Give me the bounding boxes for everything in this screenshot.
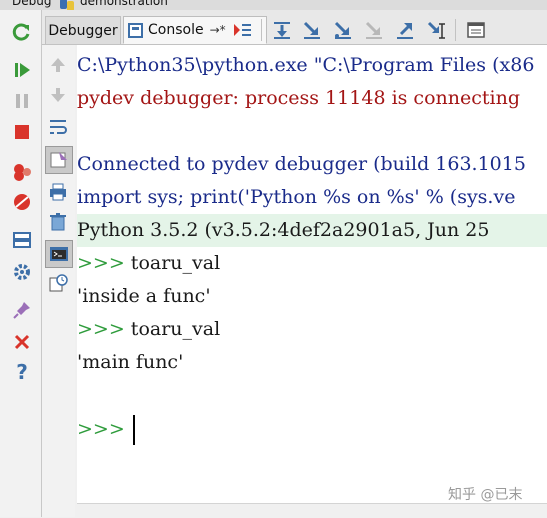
tab-debugger[interactable]: Debugger — [45, 16, 121, 44]
tab-debugger-label: Debugger — [48, 22, 118, 39]
pin-icon[interactable] — [10, 298, 34, 322]
tab-pin-indicator: →* — [209, 23, 226, 37]
watermark: 知乎 @已末 — [448, 487, 523, 503]
run-to-cursor-icon[interactable] — [426, 20, 446, 40]
print-icon[interactable] — [46, 180, 70, 204]
console-line-connecting: pydev debugger: process 11148 is connect… — [77, 87, 520, 109]
force-step-into-icon[interactable] — [364, 20, 384, 40]
console-active-prompt: >>> — [77, 418, 125, 440]
console-bottom-edge — [77, 503, 547, 518]
close-icon[interactable] — [10, 330, 34, 354]
clear-icon[interactable] — [46, 210, 70, 234]
console-line-connected: Connected to pydev debugger (build 163.1… — [77, 153, 526, 175]
console-prompt-icon[interactable] — [45, 240, 73, 268]
console-side-toolbar — [42, 45, 75, 517]
step-into-my-code-icon[interactable] — [333, 20, 353, 40]
debug-side-toolbar: ? — [0, 10, 42, 517]
soft-wrap-icon[interactable] — [46, 115, 70, 139]
console-prompt: >>> — [77, 318, 125, 340]
resume-icon[interactable] — [10, 58, 34, 82]
stop-icon[interactable] — [10, 120, 34, 144]
step-over-icon[interactable] — [272, 20, 292, 40]
console-line-command: C:\Python35\python.exe "C:\Program Files… — [77, 54, 535, 76]
console-line-import: import sys; print('Python %s on %s' % (s… — [77, 186, 516, 208]
evaluate-expression-icon[interactable] — [466, 20, 486, 40]
window-title: Debug — [12, 0, 52, 8]
text-cursor — [132, 415, 135, 445]
console-output-line: 'main func' — [77, 351, 184, 373]
console-input-line: >>> toaru_val — [77, 313, 220, 346]
mute-breakpoints-icon[interactable] — [10, 190, 34, 214]
pause-icon[interactable] — [10, 89, 34, 113]
toolbar-separator — [455, 19, 456, 41]
console-prompt: >>> — [77, 252, 125, 274]
help-icon[interactable]: ? — [10, 360, 34, 384]
scroll-down-icon[interactable] — [46, 83, 70, 107]
console-input-line: >>> toaru_val — [77, 247, 220, 280]
window-titlebar: Debug demonstration — [0, 0, 547, 10]
step-out-icon[interactable] — [395, 20, 415, 40]
scroll-up-icon[interactable] — [46, 53, 70, 77]
console-icon — [128, 22, 143, 38]
console-output-line: 'inside a func' — [77, 285, 211, 307]
toolbar-separator — [261, 19, 262, 41]
layout-icon[interactable] — [10, 228, 34, 252]
console-line-python-version: Python 3.5.2 (v3.5.2:4def2a2901a5, Jun 2… — [77, 214, 547, 247]
run-config-name: demonstration — [80, 0, 168, 8]
console-input-text: toaru_val — [124, 252, 221, 274]
rerun-icon[interactable] — [10, 20, 34, 44]
step-into-icon[interactable] — [302, 20, 322, 40]
view-breakpoints-icon[interactable] — [10, 160, 34, 184]
settings-icon[interactable] — [10, 260, 34, 284]
console-input-text: toaru_val — [124, 318, 221, 340]
show-execution-point-icon[interactable] — [232, 20, 252, 40]
python-logo-icon — [58, 0, 76, 10]
console-output[interactable]: C:\Python35\python.exe "C:\Program Files… — [77, 45, 547, 503]
console-active-input[interactable]: >>> — [77, 411, 135, 447]
show-console-icon[interactable] — [45, 146, 73, 174]
history-icon[interactable] — [46, 271, 70, 295]
tab-console-label: Console — [148, 22, 204, 38]
